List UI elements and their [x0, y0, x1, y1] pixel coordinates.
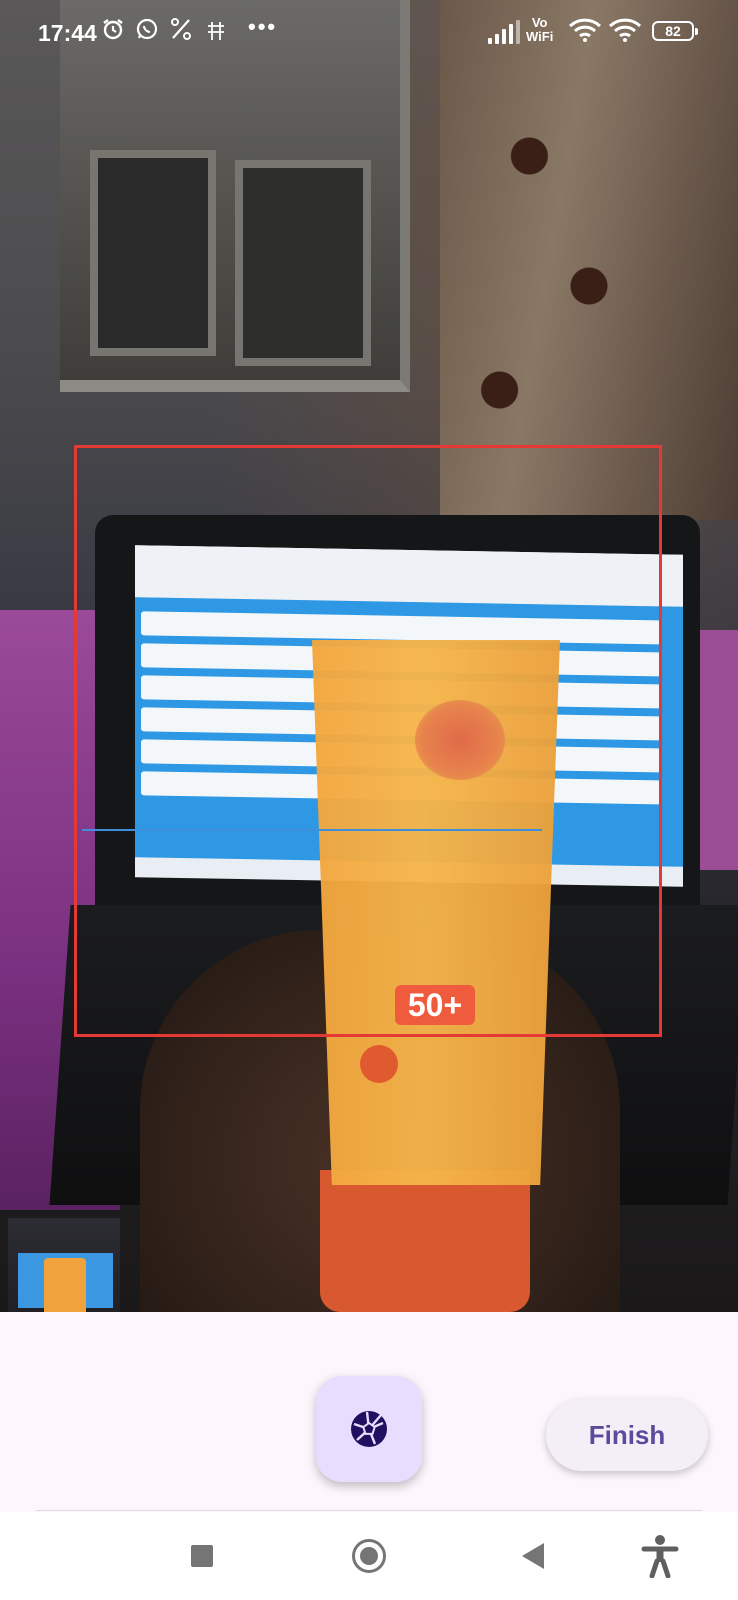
cell-signal-icon: [488, 20, 522, 44]
battery-icon: 82: [652, 21, 698, 41]
wifi-icon-secondary: [608, 18, 642, 42]
background-bedsheet-right: [698, 630, 738, 870]
home-circle-icon[interactable]: [352, 1539, 386, 1573]
camera-aperture-icon: [351, 1411, 387, 1447]
product-dot: [360, 1045, 398, 1083]
recents-square-icon[interactable]: [191, 1545, 213, 1567]
network-blocked-icon: [170, 17, 192, 48]
scan-focus-box: [74, 445, 662, 1037]
alarm-clock-icon: [101, 17, 125, 48]
wifi-icon: [568, 18, 602, 42]
status-bar: 17:44 ••• Vo WiFi 82: [0, 0, 738, 64]
whatsapp-icon: [135, 17, 159, 48]
vowifi-indicator: Vo WiFi: [526, 15, 554, 44]
shutter-button[interactable]: [316, 1376, 422, 1482]
status-time: 17:44: [38, 20, 97, 46]
divider: [36, 1510, 702, 1511]
pay-icon: [206, 20, 226, 51]
camera-viewfinder[interactable]: 50+: [0, 0, 738, 1312]
finish-button[interactable]: Finish: [546, 1399, 708, 1471]
more-notifications-icon: •••: [248, 14, 278, 39]
background-curtain: [440, 0, 738, 520]
back-triangle-icon[interactable]: [522, 1543, 544, 1569]
accessibility-person-icon[interactable]: [640, 1534, 680, 1578]
product-tube-cap: [320, 1170, 530, 1312]
